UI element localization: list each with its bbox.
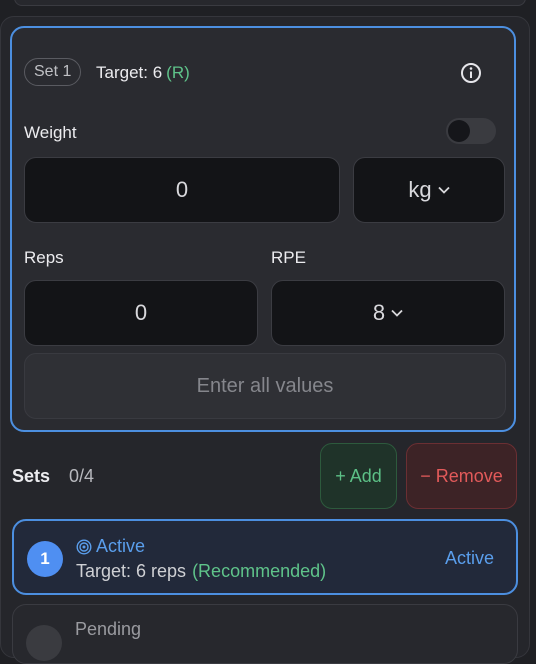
set-target-tag: (Recommended): [192, 561, 327, 581]
sets-count: 0/4: [69, 466, 95, 486]
reps-value: 0: [134, 300, 148, 325]
reps-input[interactable]: 0: [24, 280, 258, 346]
weight-input[interactable]: 0: [24, 157, 340, 223]
target-tag: (R): [166, 63, 190, 82]
set-row-active[interactable]: 1 Active Target: 6 reps (Recommended) Act…: [12, 519, 518, 595]
enter-all-values-button[interactable]: Enter all values: [24, 353, 506, 419]
remove-set-button[interactable]: − Remove: [406, 443, 517, 509]
set-status-label: Pending: [75, 619, 142, 639]
toggle-knob: [448, 120, 470, 142]
add-set-button[interactable]: + Add: [320, 443, 397, 509]
set-status-label: Active: [96, 536, 146, 556]
remove-set-label: − Remove: [420, 465, 503, 486]
rpe-value: 8: [372, 300, 386, 325]
target-value: Target: 6: [96, 63, 163, 82]
rpe-select[interactable]: 8: [271, 280, 505, 346]
set-row-pending[interactable]: Pending: [12, 604, 518, 664]
set-target-reps: Target: 6 reps: [76, 561, 187, 581]
weight-unit-select[interactable]: kg: [353, 157, 505, 223]
set-right-status: Active: [444, 548, 494, 568]
set-number-badge: 1: [27, 541, 63, 577]
reps-label: Reps: [24, 248, 64, 267]
chevron-down-icon: [437, 186, 450, 194]
submit-label: Enter all values: [196, 374, 334, 397]
weight-label: Weight: [24, 123, 77, 142]
set-number-pill: Set 1: [24, 58, 82, 86]
chevron-down-icon: [391, 309, 403, 317]
weight-toggle[interactable]: [446, 118, 496, 144]
set-number-badge: [26, 625, 62, 661]
sets-label: Sets: [12, 466, 51, 486]
weight-unit-value: kg: [408, 177, 432, 202]
rpe-label: RPE: [271, 248, 306, 267]
set-target-line: Target: 6 reps (Recommended): [76, 561, 326, 582]
add-set-label: + Add: [335, 465, 382, 486]
target-icon: [76, 538, 92, 555]
current-set-card: Set 1 Target: 6 (R) Weight 0 kg Reps RPE …: [10, 26, 516, 432]
set-status: Active: [76, 536, 145, 557]
set-target: Target: 6 (R): [96, 63, 190, 83]
info-circle-icon[interactable]: [460, 62, 482, 84]
previous-card-edge: [14, 0, 526, 6]
weight-value: 0: [175, 177, 189, 202]
